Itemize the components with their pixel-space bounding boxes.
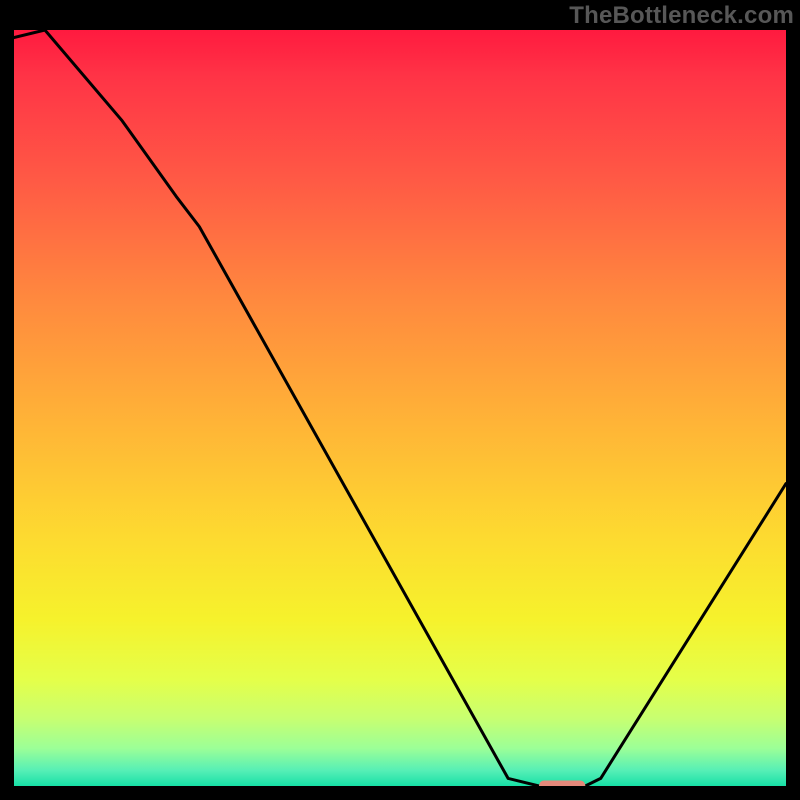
bottleneck-curve-svg [14,30,786,786]
watermark-text: TheBottleneck.com [569,2,794,30]
chart-container: TheBottleneck.com [0,0,800,800]
optimal-marker [539,781,585,787]
plot-area [14,30,786,786]
bottleneck-curve-path [14,30,786,786]
plot-inner [14,30,786,786]
